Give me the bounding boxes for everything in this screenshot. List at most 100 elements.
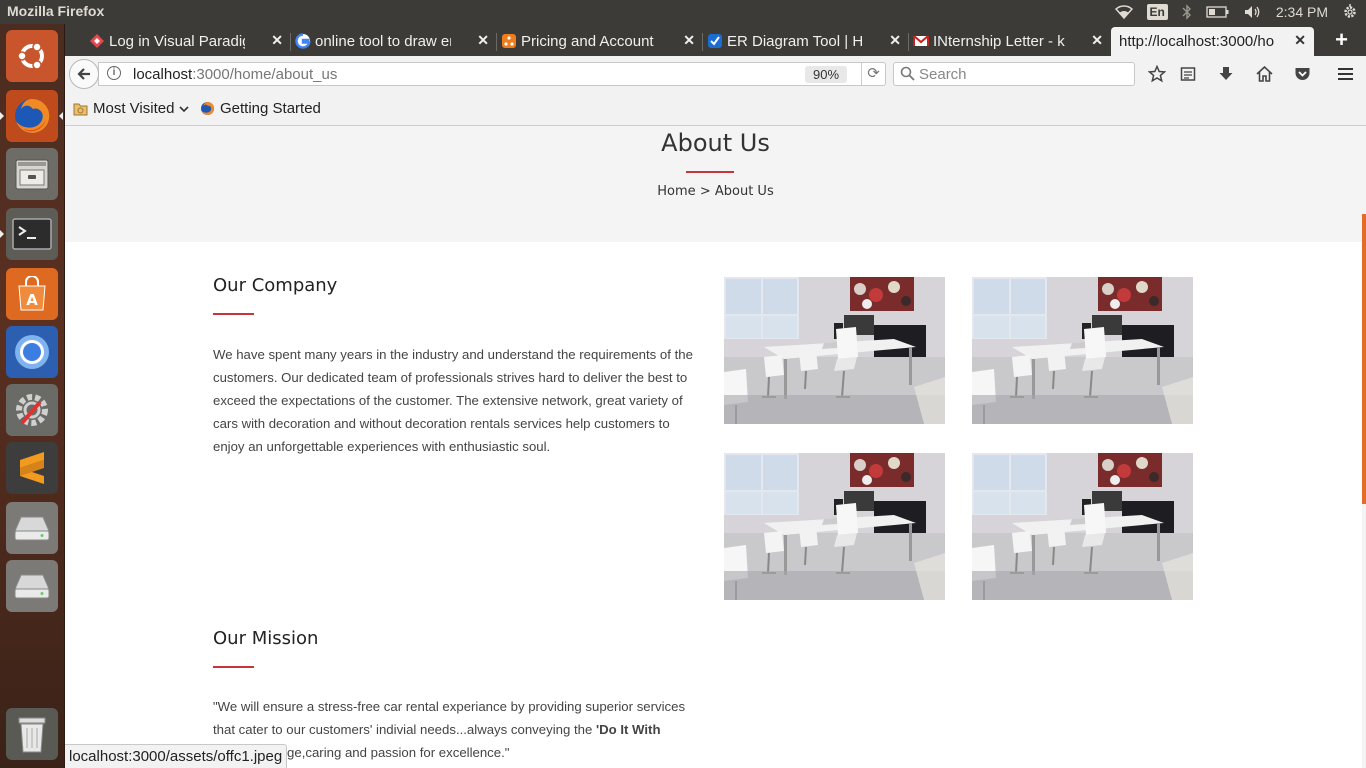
url-host: localhost	[133, 66, 193, 83]
url-bar[interactable]: i localhost:3000/home/about_us 90% ⟳	[98, 62, 886, 86]
breadcrumb-separator: >	[699, 184, 711, 199]
downloads-icon[interactable]	[1215, 64, 1237, 84]
tab-title: INternship Letter - kor	[933, 33, 1065, 50]
folder-icon	[73, 103, 88, 115]
title-underline	[686, 171, 734, 173]
tab-close-icon[interactable]: ✕	[477, 32, 489, 49]
firefox-favicon-icon	[201, 102, 214, 115]
navigation-toolbar: i localhost:3000/home/about_us 90% ⟳ Sea…	[65, 56, 1366, 92]
battery-icon[interactable]	[1206, 6, 1230, 18]
panel-indicators: En 2:34 PM	[1114, 0, 1358, 24]
getting-started-label: Getting Started	[220, 100, 321, 117]
most-visited-label: Most Visited	[93, 100, 175, 117]
keyboard-layout-indicator[interactable]: En	[1146, 4, 1168, 20]
search-icon	[900, 66, 915, 81]
disk-icon[interactable]	[6, 502, 58, 554]
tab-strip: Log in Visual Paradigm ✕ online tool to …	[65, 24, 1366, 56]
search-placeholder: Search	[919, 66, 967, 83]
visual-paradigm-favicon-icon	[89, 33, 105, 49]
tab-title: Pricing and Account T	[521, 33, 657, 50]
page-scrollbar[interactable]	[1362, 126, 1366, 768]
tab-internship-letter[interactable]: INternship Letter - kor ✕	[909, 27, 1111, 56]
company-title-underline	[213, 313, 254, 315]
back-button[interactable]	[69, 59, 99, 89]
firefox-icon[interactable]	[6, 90, 58, 142]
most-visited-folder[interactable]: Most Visited	[73, 100, 190, 117]
gmail-favicon-icon	[913, 33, 929, 49]
tab-er-diagram-tool[interactable]: ER Diagram Tool | How ✕	[703, 27, 909, 56]
page-title: About Us	[661, 129, 770, 157]
office-photo-svg	[972, 453, 1193, 600]
page-viewport: About Us Home > About Us Our Company We …	[65, 126, 1366, 768]
tab-title: http://localhost:3000/ho	[1119, 33, 1275, 50]
url-text[interactable]: localhost:3000/home/about_us	[133, 66, 337, 83]
files-icon[interactable]	[6, 148, 58, 200]
tab-pricing-account[interactable]: Pricing and Account T ✕	[497, 27, 703, 56]
tab-localhost-active[interactable]: http://localhost:3000/ho ✕	[1111, 27, 1314, 56]
new-tab-icon[interactable]: +	[1335, 27, 1348, 53]
bluetooth-icon[interactable]	[1182, 4, 1192, 20]
scrollbar-thumb[interactable]	[1362, 214, 1366, 504]
office-photo[interactable]	[972, 277, 1193, 424]
status-link-preview: localhost:3000/assets/offc1.jpeg	[65, 744, 288, 768]
active-app-name: Mozilla Firefox	[7, 3, 105, 19]
office-photo-svg	[724, 453, 945, 600]
pocket-icon[interactable]	[1291, 64, 1313, 84]
office-photo-svg	[972, 277, 1193, 424]
er-tool-favicon-icon	[707, 33, 723, 49]
getting-started-bookmark[interactable]: Getting Started	[200, 100, 321, 117]
disk-icon[interactable]	[6, 560, 58, 612]
breadcrumb: Home > About Us	[65, 184, 1366, 199]
chromium-icon[interactable]	[6, 326, 58, 378]
sublime-text-icon[interactable]	[6, 442, 58, 494]
home-icon[interactable]	[1253, 64, 1275, 84]
tab-close-icon[interactable]: ✕	[1091, 32, 1103, 49]
tab-close-icon[interactable]: ✕	[271, 32, 283, 49]
google-favicon-icon	[295, 33, 311, 49]
volume-icon[interactable]	[1244, 5, 1262, 19]
wifi-icon[interactable]	[1114, 5, 1133, 19]
firefox-window: Log in Visual Paradigm ✕ online tool to …	[65, 24, 1366, 768]
top-panel: Mozilla Firefox En 2:34 PM	[0, 0, 1366, 24]
office-photo[interactable]	[724, 453, 945, 600]
tab-title: Log in Visual Paradigm	[109, 33, 245, 50]
office-photo[interactable]	[724, 277, 945, 424]
system-settings-icon[interactable]	[6, 384, 58, 436]
chevron-down-icon	[179, 105, 190, 112]
breadcrumb-current: About Us	[714, 184, 774, 199]
page-header-banner: About Us Home > About Us	[65, 126, 1366, 242]
tab-close-icon[interactable]: ✕	[1294, 32, 1306, 49]
pricing-favicon-icon	[501, 33, 517, 49]
reading-list-icon[interactable]	[1177, 64, 1199, 84]
tab-title: online tool to draw er	[315, 33, 451, 50]
reload-icon[interactable]: ⟳	[861, 63, 885, 85]
office-photo[interactable]	[972, 453, 1193, 600]
svg-text:A: A	[26, 291, 38, 309]
bookmark-star-icon[interactable]	[1146, 64, 1168, 84]
trash-icon[interactable]	[6, 708, 58, 760]
menu-hamburger-icon[interactable]	[1334, 64, 1356, 84]
software-center-icon[interactable]: A	[6, 268, 58, 320]
breadcrumb-home-link[interactable]: Home	[657, 184, 695, 199]
search-bar[interactable]: Search	[893, 62, 1135, 86]
tab-visual-paradigm-login[interactable]: Log in Visual Paradigm ✕	[85, 27, 291, 56]
url-path: :3000/home/about_us	[192, 66, 338, 83]
office-photo-svg	[724, 277, 945, 424]
bookmarks-toolbar: Most Visited Getting Started	[65, 92, 1366, 126]
tab-close-icon[interactable]: ✕	[889, 32, 901, 49]
tab-google-search[interactable]: online tool to draw er ✕	[291, 27, 497, 56]
terminal-icon[interactable]	[6, 208, 58, 260]
company-section-title: Our Company	[213, 275, 338, 296]
mission-section-title: Our Mission	[213, 628, 319, 649]
unity-launcher: A	[0, 24, 65, 768]
ubuntu-dash-icon[interactable]	[6, 30, 58, 82]
zoom-indicator[interactable]: 90%	[805, 66, 848, 83]
running-indicator	[0, 230, 4, 238]
company-description: We have spent many years in the industry…	[213, 347, 693, 454]
site-info-icon[interactable]: i	[107, 66, 121, 80]
mission-text-bold: 'Do It With	[595, 722, 661, 737]
settings-gear-icon[interactable]	[1342, 4, 1358, 20]
tab-close-icon[interactable]: ✕	[683, 32, 695, 49]
focused-indicator	[59, 112, 63, 120]
clock[interactable]: 2:34 PM	[1276, 4, 1328, 20]
